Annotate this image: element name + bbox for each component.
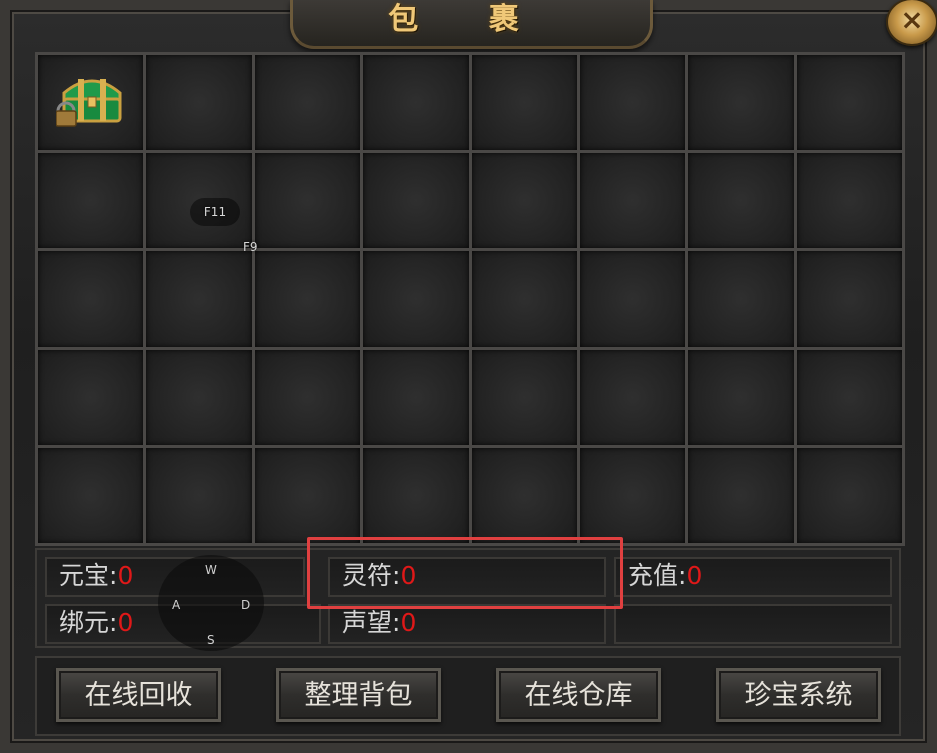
inventory-slot[interactable]	[688, 153, 794, 249]
inventory-slot[interactable]	[796, 349, 902, 445]
inventory-slot[interactable]	[254, 447, 361, 543]
inventory-slot[interactable]	[579, 55, 686, 151]
window-title: 包 裹	[388, 2, 549, 37]
inventory-slot[interactable]	[471, 447, 577, 543]
inventory-slot[interactable]	[579, 251, 686, 347]
lingfu-highlight-box	[307, 537, 623, 609]
f11-hotkey-overlay: F11	[190, 198, 240, 226]
inventory-slot[interactable]	[579, 447, 686, 543]
inventory-slot[interactable]	[688, 55, 794, 151]
inventory-slot[interactable]	[363, 349, 469, 445]
locked-treasure-chest-icon	[56, 79, 122, 127]
shengwang-value: 0	[400, 608, 417, 637]
inventory-slot[interactable]	[363, 153, 469, 249]
online-storage-button[interactable]: 在线仓库	[496, 668, 661, 722]
inventory-slot[interactable]	[146, 447, 252, 543]
yuanbao-label: 元宝:	[59, 561, 118, 590]
a-key: A	[172, 598, 181, 612]
inventory-grid	[35, 52, 905, 546]
chongzhi-field: 充值:0	[614, 557, 892, 597]
inventory-slot[interactable]	[579, 153, 686, 249]
w-key: W	[205, 563, 217, 577]
inventory-slot[interactable]	[363, 447, 469, 543]
inventory-slot[interactable]	[146, 55, 252, 151]
inventory-slot[interactable]	[254, 251, 361, 347]
inventory-slot[interactable]	[254, 153, 361, 249]
inventory-slot[interactable]	[688, 447, 794, 543]
inventory-slot[interactable]	[146, 251, 252, 347]
inventory-slot[interactable]	[363, 55, 469, 151]
inventory-slot[interactable]	[254, 349, 361, 445]
sort-bag-button[interactable]: 整理背包	[276, 668, 441, 722]
bangyuan-label: 绑元:	[59, 608, 118, 637]
inventory-slot[interactable]	[38, 55, 144, 151]
inventory-slot[interactable]	[796, 447, 902, 543]
d-key: D	[241, 598, 251, 612]
chongzhi-label: 充值:	[628, 561, 687, 590]
inventory-slot[interactable]	[688, 349, 794, 445]
inventory-slot[interactable]	[796, 251, 902, 347]
inventory-slot[interactable]	[688, 251, 794, 347]
bangyuan-value: 0	[117, 608, 134, 637]
inventory-slot[interactable]	[363, 251, 469, 347]
inventory-slot[interactable]	[38, 447, 144, 543]
f9-hotkey-overlay: F9	[243, 240, 258, 254]
inventory-slot[interactable]	[796, 55, 902, 151]
inventory-slot[interactable]	[796, 153, 902, 249]
inventory-slot[interactable]	[471, 55, 577, 151]
chongzhi-value: 0	[686, 561, 703, 590]
empty-stat-field	[614, 604, 892, 644]
close-icon: ×	[900, 3, 924, 36]
inventory-slot[interactable]	[38, 153, 144, 249]
shengwang-label: 声望:	[342, 608, 401, 637]
inventory-slot[interactable]	[471, 349, 577, 445]
inventory-slot[interactable]	[471, 251, 577, 347]
inventory-slot[interactable]	[146, 349, 252, 445]
close-button[interactable]: ×	[886, 0, 937, 46]
s-key: S	[207, 633, 215, 647]
inventory-slot[interactable]	[38, 251, 144, 347]
online-recycle-button[interactable]: 在线回收	[56, 668, 221, 722]
inventory-slot[interactable]	[579, 349, 686, 445]
treasure-system-button[interactable]: 珍宝系统	[716, 668, 881, 722]
inventory-slot[interactable]	[38, 349, 144, 445]
yuanbao-value: 0	[117, 561, 134, 590]
shengwang-field: 声望:0	[328, 604, 606, 644]
inventory-slot[interactable]	[471, 153, 577, 249]
inventory-slot[interactable]	[254, 55, 361, 151]
